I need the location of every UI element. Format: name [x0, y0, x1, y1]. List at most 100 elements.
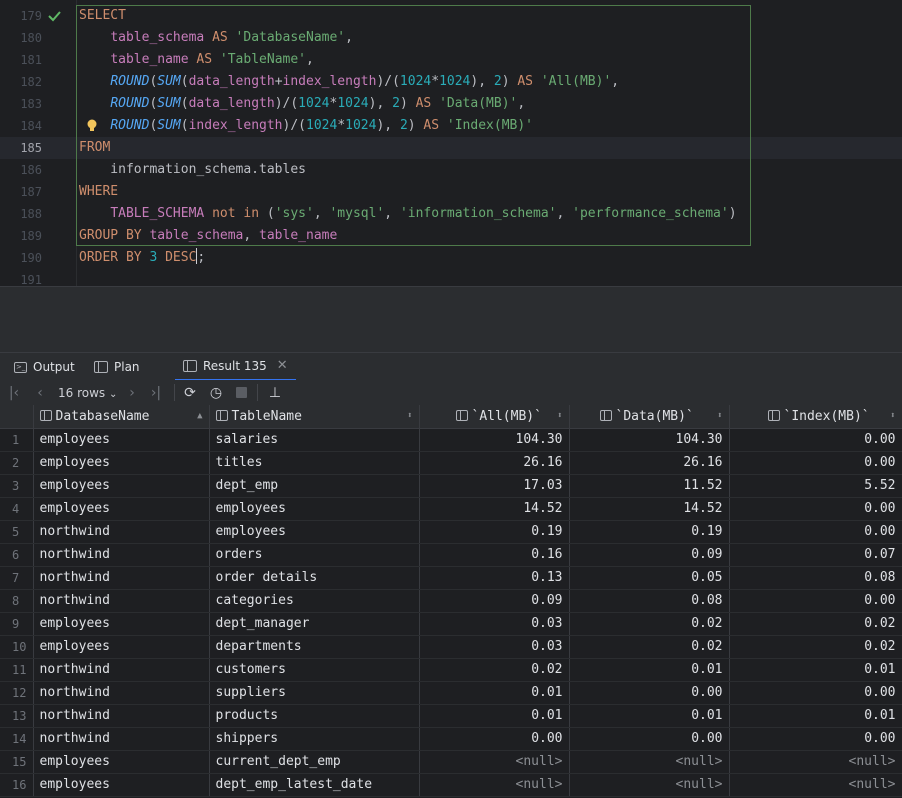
previous-page-icon[interactable]: ‹ — [32, 383, 48, 403]
table-cell[interactable]: 0.00 — [569, 727, 730, 751]
table-cell[interactable]: <null> — [569, 750, 730, 774]
sort-icon[interactable]: ▲ — [197, 405, 202, 427]
table-cell[interactable]: <null> — [729, 773, 902, 797]
table-cell[interactable]: 0.08 — [729, 566, 902, 590]
table-row[interactable]: 10 employees departments 0.03 0.02 0.02 — [0, 635, 902, 659]
table-cell[interactable]: current_dept_emp — [209, 750, 420, 774]
table-cell[interactable]: 0.01 — [419, 704, 570, 728]
table-row[interactable]: 7 northwind order details 0.13 0.05 0.08 — [0, 566, 902, 590]
table-cell[interactable]: 0.02 — [569, 635, 730, 659]
sort-icon[interactable]: ⬍ — [407, 405, 412, 427]
table-cell[interactable]: employees — [33, 750, 210, 774]
code-line[interactable]: 191 — [0, 269, 902, 286]
table-cell[interactable]: 26.16 — [569, 451, 730, 475]
last-page-icon[interactable]: ›| — [148, 383, 164, 403]
table-cell[interactable]: northwind — [33, 566, 210, 590]
table-row[interactable]: 1 employees salaries 104.30 104.30 0.00 — [0, 428, 902, 452]
sort-icon[interactable]: ⬍ — [890, 405, 895, 427]
table-cell[interactable]: northwind — [33, 520, 210, 544]
table-cell[interactable]: <null> — [419, 750, 570, 774]
table-cell[interactable]: 14.52 — [419, 497, 570, 521]
table-cell[interactable]: 0.01 — [569, 658, 730, 682]
table-cell[interactable]: 0.00 — [729, 497, 902, 521]
tab-plan[interactable]: Plan — [94, 353, 140, 381]
table-row[interactable]: 6 northwind orders 0.16 0.09 0.07 — [0, 543, 902, 567]
table-cell[interactable]: 104.30 — [419, 428, 570, 452]
table-cell[interactable]: 0.16 — [419, 543, 570, 567]
table-cell[interactable]: 0.05 — [569, 566, 730, 590]
table-row[interactable]: 4 employees employees 14.52 14.52 0.00 — [0, 497, 902, 521]
table-cell[interactable]: employees — [33, 612, 210, 636]
table-row[interactable]: 14 northwind shippers 0.00 0.00 0.00 — [0, 727, 902, 751]
table-cell[interactable]: 0.00 — [729, 589, 902, 613]
table-cell[interactable]: 0.02 — [729, 635, 902, 659]
table-cell[interactable]: northwind — [33, 704, 210, 728]
table-cell[interactable]: northwind — [33, 658, 210, 682]
table-cell[interactable]: 5.52 — [729, 474, 902, 498]
table-cell[interactable]: northwind — [33, 681, 210, 705]
table-cell[interactable]: 14.52 — [569, 497, 730, 521]
table-cell[interactable]: 0.00 — [569, 681, 730, 705]
table-cell[interactable]: 0.08 — [569, 589, 730, 613]
table-cell[interactable]: 0.02 — [569, 612, 730, 636]
pin-icon[interactable]: ⊥ — [266, 383, 284, 403]
next-page-icon[interactable]: › — [124, 383, 140, 403]
code-line[interactable]: 179 SELECT — [0, 5, 902, 27]
table-cell[interactable]: employees — [33, 451, 210, 475]
table-cell[interactable]: employees — [33, 428, 210, 452]
tab-output[interactable]: >_ Output — [14, 353, 75, 381]
table-cell[interactable]: dept_emp — [209, 474, 420, 498]
table-cell[interactable]: order details — [209, 566, 420, 590]
table-cell[interactable]: 0.01 — [729, 658, 902, 682]
table-cell[interactable]: 0.02 — [419, 658, 570, 682]
table-row[interactable]: 16 employees dept_emp_latest_date <null> <nu… — [0, 773, 902, 797]
code-line[interactable]: 182 ROUND(SUM(data_length+index_length)/… — [0, 71, 902, 93]
table-cell[interactable]: 11.52 — [569, 474, 730, 498]
table-cell[interactable]: products — [209, 704, 420, 728]
table-cell[interactable]: 0.03 — [419, 612, 570, 636]
table-cell[interactable]: 0.03 — [419, 635, 570, 659]
table-cell[interactable]: salaries — [209, 428, 420, 452]
table-cell[interactable]: employees — [33, 497, 210, 521]
sort-icon[interactable]: ⬍ — [717, 405, 722, 427]
table-cell[interactable]: 0.00 — [729, 428, 902, 452]
table-cell[interactable]: employees — [209, 520, 420, 544]
code-line[interactable]: 186 information_schema.tables — [0, 159, 902, 181]
table-cell[interactable]: <null> — [729, 750, 902, 774]
table-cell[interactable]: 0.00 — [729, 681, 902, 705]
table-cell[interactable]: <null> — [569, 773, 730, 797]
table-cell[interactable]: 104.30 — [569, 428, 730, 452]
table-row[interactable]: 2 employees titles 26.16 26.16 0.00 — [0, 451, 902, 475]
column-header-databasename[interactable]: DatabaseName ▲ — [33, 405, 210, 429]
stop-icon[interactable] — [234, 383, 248, 403]
column-header-tablename[interactable]: TableName ⬍ — [209, 405, 420, 429]
code-line[interactable]: 189 GROUP BY table_schema, table_name — [0, 225, 902, 247]
table-cell[interactable]: departments — [209, 635, 420, 659]
code-line[interactable]: 184 ROUND(SUM(index_length)/(1024*1024),… — [0, 115, 902, 137]
rows-count-dropdown[interactable]: 16 rows ⌄ — [58, 383, 120, 403]
result-grid[interactable]: DatabaseName ▲ TableName ⬍ `All(MB)` ⬍ `Dat… — [0, 405, 902, 798]
table-cell[interactable]: categories — [209, 589, 420, 613]
table-cell[interactable]: employees — [209, 497, 420, 521]
table-cell[interactable]: 0.19 — [569, 520, 730, 544]
code-line[interactable]: 183 ROUND(SUM(data_length)/(1024*1024), … — [0, 93, 902, 115]
table-cell[interactable]: employees — [33, 635, 210, 659]
table-cell[interactable]: 0.00 — [419, 727, 570, 751]
code-line[interactable]: 185 FROM — [0, 137, 902, 159]
table-cell[interactable]: 0.19 — [419, 520, 570, 544]
sort-icon[interactable]: ⬍ — [557, 405, 562, 427]
table-cell[interactable]: 0.13 — [419, 566, 570, 590]
table-cell[interactable]: orders — [209, 543, 420, 567]
code-line[interactable]: 187 WHERE — [0, 181, 902, 203]
refresh-icon[interactable]: ⟳ — [181, 383, 199, 403]
column-header-all-mb[interactable]: `All(MB)` ⬍ — [419, 405, 570, 429]
table-cell[interactable]: 0.02 — [729, 612, 902, 636]
table-cell[interactable]: dept_emp_latest_date — [209, 773, 420, 797]
table-cell[interactable]: 26.16 — [419, 451, 570, 475]
table-cell[interactable]: northwind — [33, 727, 210, 751]
table-cell[interactable]: 0.01 — [729, 704, 902, 728]
table-cell[interactable]: suppliers — [209, 681, 420, 705]
close-icon[interactable]: ✕ — [277, 353, 288, 379]
table-cell[interactable]: titles — [209, 451, 420, 475]
code-line[interactable]: 190 ORDER BY 3 DESC; — [0, 247, 902, 269]
